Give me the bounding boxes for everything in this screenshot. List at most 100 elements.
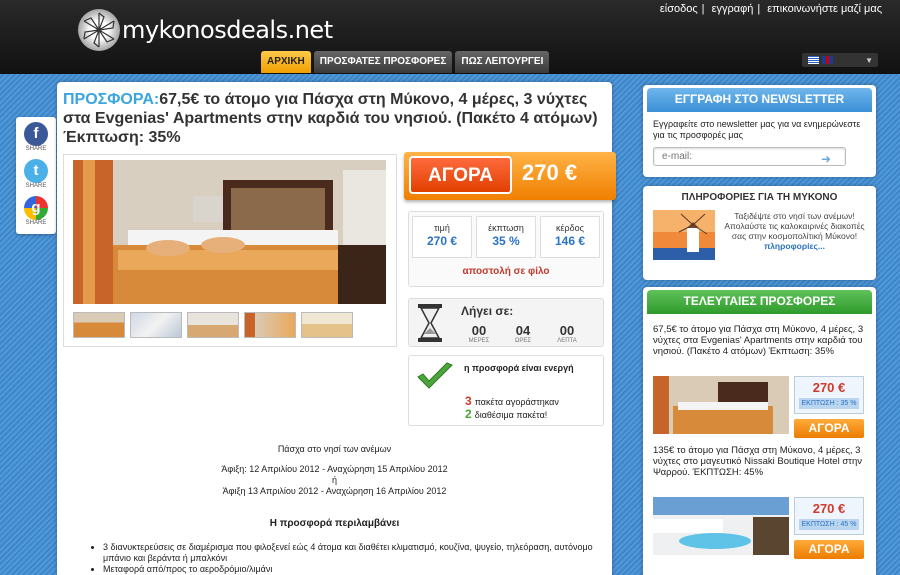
gr-flag-icon[interactable] <box>808 56 819 64</box>
deal-buy-button[interactable]: ΑΓΟΡΑ <box>794 419 864 438</box>
timer-value: 00 <box>471 323 487 338</box>
offer-panel: ΠΡΟΣΦΟΡΑ:67,5€ το άτομο για Πάσχα στη Μύ… <box>57 82 616 575</box>
deal-image[interactable] <box>653 497 789 555</box>
timer-minutes: 00 ΛΕΠΤΑ <box>549 323 585 344</box>
offer-title: ΠΡΟΣΦΟΡΑ:67,5€ το άτομο για Πάσχα στη Μύ… <box>63 90 608 147</box>
timer-value: 00 <box>559 323 575 338</box>
share-bar: f SHARE t SHARE g SHARE <box>16 117 56 234</box>
bought-number: 3 <box>465 394 472 408</box>
info-text: Ταξιδέψτε στο νησί των ανέμων! Απολαύστε… <box>722 211 867 251</box>
deal-discount: ΕΚΠΤΩΣΗ : 35 % <box>799 398 859 409</box>
includes-heading: Η προσφορά περιλαμβάνει <box>269 518 400 529</box>
photo-gallery <box>63 154 397 347</box>
timer-title: Λήγει σε: <box>461 304 514 318</box>
share-label: SHARE <box>25 220 47 226</box>
buy-button[interactable]: ΑΓΟΡΑ 270 € <box>404 152 616 200</box>
desc-dates-1: Άφιξη: 12 Απριλίου 2012 - Αναχώρηση 15 Α… <box>221 464 448 474</box>
timer-value: 04 <box>515 323 531 338</box>
stat-label: έκπτωση <box>488 223 524 233</box>
deal-price-box: 270 € ΕΚΠΤΩΣΗ : 35 % <box>794 376 864 414</box>
share-facebook[interactable]: f SHARE <box>16 122 56 157</box>
info-body: Ταξιδέψτε στο νησί των ανέμων! Απολαύστε… <box>724 211 865 241</box>
bought-label: πακέτα αγοράστηκαν <box>474 397 559 407</box>
send-to-friend-link[interactable]: αποστολή σε φίλο <box>409 266 603 277</box>
stat-value: 35 % <box>492 234 520 248</box>
includes-list: 3 διανυκτερεύσεις σε διαμέρισμα που φιλο… <box>95 542 605 575</box>
timer-unit: ΛΕΠΤΑ <box>557 338 577 344</box>
thumbnail[interactable] <box>301 312 353 338</box>
language-selector[interactable]: ▼ <box>802 53 878 67</box>
thumbnail[interactable] <box>187 312 239 338</box>
desc-or: ή <box>331 475 337 485</box>
newsletter-box: ΕΓΓΡΑΦΗ ΣΤΟ NEWSLETTER Εγγραφείτε στο ne… <box>643 85 876 177</box>
available-label: διαθέσιμα πακέτα! <box>474 410 548 420</box>
share-label: SHARE <box>25 183 47 189</box>
login-link[interactable]: είσοδος <box>660 3 698 15</box>
deal-price: 270 € <box>812 501 846 516</box>
nav-home[interactable]: ΑΡΧΙΚΗ <box>261 51 311 73</box>
facebook-icon: f <box>24 122 48 146</box>
mykonos-windmill-image[interactable] <box>653 210 715 260</box>
bought-count: 3 πακέτα αγοράστηκαν <box>465 394 559 408</box>
list-item: Μεταφορά από/προς το αεροδρόμιο/λιμάνι <box>103 564 605 575</box>
available-number: 2 <box>465 407 472 421</box>
buy-label: ΑΓΟΡΑ <box>409 156 512 194</box>
stat-value: 270 € <box>426 234 458 248</box>
timer-unit: ΩΡΕΣ <box>514 338 532 344</box>
active-status-text: η προσφορά είναι ενεργή <box>464 363 574 373</box>
timer-days: 00 ΜΕΡΕΣ <box>461 323 497 344</box>
stat-label: τιμή <box>434 223 450 233</box>
site-logo[interactable]: mykonosdeals.net <box>78 8 333 52</box>
offer-title-prefix: ΠΡΟΣΦΟΡΑ: <box>63 91 160 108</box>
deal-buy-button[interactable]: ΑΓΟΡΑ <box>794 540 864 559</box>
deal-title[interactable]: 135€ το άτομο για Πάσχα στη Μύκονο, 4 μέ… <box>653 445 868 478</box>
deal-title[interactable]: 67,5€ το άτομο για Πάσχα στη Μύκονο, 4 μ… <box>653 324 868 357</box>
main-nav: ΑΡΧΙΚΗ ΠΡΟΣΦΑΤΕΣ ΠΡΟΣΦΟΡΕΣ ΠΩΣ ΛΕΙΤΟΥΡΓΕ… <box>261 51 550 73</box>
stat-savings: κέρδος 146 € <box>540 216 600 258</box>
info-more-link[interactable]: πληροφορίες... <box>764 241 825 251</box>
top-links: είσοδος | εγγραφή | επικοινωνήστε μαζί μας <box>659 3 882 15</box>
share-twitter[interactable]: t SHARE <box>16 159 56 194</box>
list-item: 3 διανυκτερεύσεις σε διαμέρισμα που φιλο… <box>103 542 605 564</box>
en-flag-icon[interactable] <box>822 56 833 64</box>
timer-hours: 04 ΩΡΕΣ <box>505 323 541 344</box>
site-header: mykonosdeals.net είσοδος | εγγραφή | επικο… <box>0 0 900 74</box>
email-field[interactable] <box>653 147 846 166</box>
deal-price-box: 270 € ΕΚΠΤΩΣΗ : 45 % <box>794 497 864 535</box>
available-count: 2 διαθέσιμα πακέτα! <box>465 407 547 421</box>
stat-discount: έκπτωση 35 % <box>476 216 536 258</box>
nav-recent-offers[interactable]: ΠΡΟΣΦΑΤΕΣ ΠΡΟΣΦΟΡΕΣ <box>313 51 453 73</box>
offer-status: η προσφορά είναι ενεργή 3 πακέτα αγοράστη… <box>408 355 604 426</box>
nav-how-it-works[interactable]: ΠΩΣ ΛΕΙΤΟΥΡΓΕΙ <box>455 51 550 73</box>
logo-text: mykonosdeals.net <box>122 16 333 44</box>
price-stats: τιμή 270 € έκπτωση 35 % κέρδος 146 € απο… <box>408 211 604 287</box>
deal-image[interactable] <box>653 376 789 434</box>
deal-price: 270 € <box>812 380 846 395</box>
newsletter-title: ΕΓΓΡΑΦΗ ΣΤΟ NEWSLETTER <box>647 88 872 112</box>
stat-label: κέρδος <box>556 223 584 233</box>
stat-price: τιμή 270 € <box>412 216 472 258</box>
google-buzz-icon: g <box>24 196 48 220</box>
share-label: SHARE <box>25 146 47 152</box>
latest-offers-box: ΤΕΛΕΥΤΑΙΕΣ ΠΡΟΣΦΟΡΕΣ 67,5€ το άτομο για … <box>643 287 876 575</box>
timer-unit: ΜΕΡΕΣ <box>468 338 490 344</box>
contact-link[interactable]: επικοινωνήστε μαζί μας <box>767 3 882 15</box>
thumbnail[interactable] <box>73 312 125 338</box>
thumbnail[interactable] <box>244 312 296 338</box>
info-title: ΠΛΗΡΟΦΟΡΙΕΣ ΓΙΑ ΤΗ ΜΥΚΟΝΟ <box>681 192 838 203</box>
twitter-icon: t <box>24 159 48 183</box>
main-photo[interactable] <box>73 160 386 304</box>
checkmark-icon <box>415 362 455 395</box>
newsletter-text: Εγγραφείτε στο newsletter μας για να ενη… <box>653 119 861 140</box>
dropdown-arrow-icon: ▼ <box>865 55 873 65</box>
thumbnail-strip <box>73 312 353 338</box>
countdown-timer: Λήγει σε: 00 ΜΕΡΕΣ 04 ΩΡΕΣ 00 ΛΕΠΤΑ <box>408 298 604 347</box>
register-link[interactable]: εγγραφή <box>712 3 754 15</box>
windmill-logo-icon <box>78 9 120 51</box>
thumbnail[interactable] <box>130 312 182 338</box>
share-google-buzz[interactable]: g SHARE <box>16 196 56 231</box>
buy-price: 270 € <box>522 160 578 185</box>
arrow-right-icon[interactable]: ➜ <box>821 152 831 166</box>
latest-title: ΤΕΛΕΥΤΑΙΕΣ ΠΡΟΣΦΟΡΕΣ <box>647 290 872 314</box>
hourglass-icon <box>417 304 443 342</box>
